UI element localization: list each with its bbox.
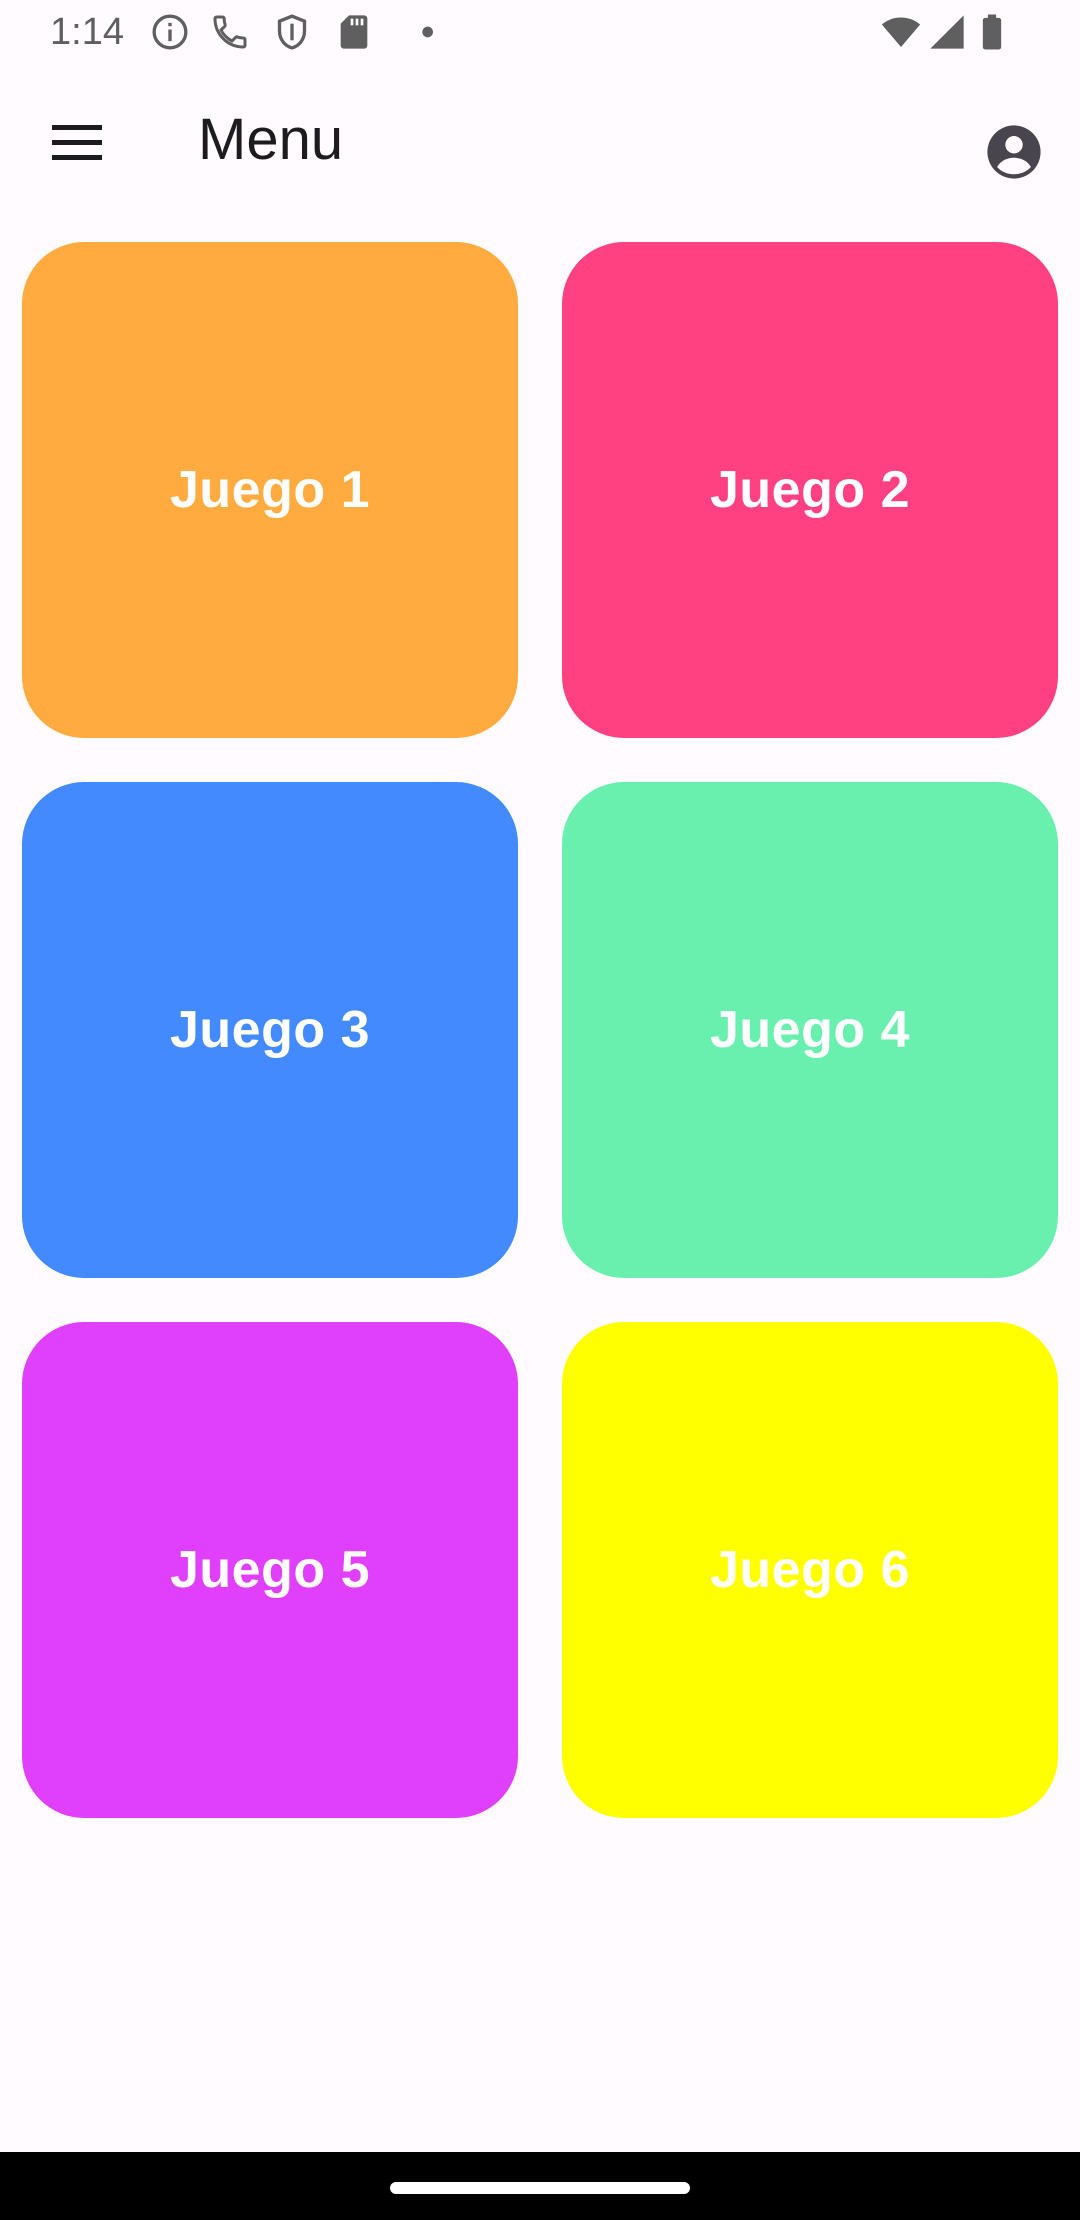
wifi-icon — [881, 17, 921, 47]
info-icon — [152, 14, 188, 50]
top-app-bar: Menu — [0, 80, 1080, 204]
games-grid: Juego 1 Juego 2 Juego 3 Juego 4 Juego 5 … — [22, 242, 1058, 1818]
status-bar: 1:14 — [0, 0, 1080, 64]
status-time: 1:14 — [50, 11, 124, 53]
game-tile-label: Juego 4 — [710, 1001, 910, 1059]
account-button[interactable] — [974, 112, 1054, 192]
signal-icon — [930, 15, 964, 49]
game-tile-label: Juego 6 — [710, 1541, 910, 1599]
phone-icon — [213, 15, 247, 49]
game-tile-label: Juego 3 — [170, 1001, 370, 1059]
game-tile-label: Juego 5 — [170, 1541, 370, 1599]
game-tile-2[interactable]: Juego 2 — [562, 242, 1058, 738]
battery-icon — [982, 14, 1002, 50]
system-navigation-bar — [0, 2152, 1080, 2220]
game-tile-label: Juego 2 — [710, 461, 910, 519]
game-tile-5[interactable]: Juego 5 — [22, 1322, 518, 1818]
sd-card-icon — [340, 15, 368, 49]
shield-icon — [277, 14, 307, 50]
menu-button[interactable] — [32, 106, 122, 178]
game-tile-3[interactable]: Juego 3 — [22, 782, 518, 1278]
dot-icon — [422, 26, 433, 38]
page-title: Menu — [198, 107, 344, 172]
home-gesture-handle[interactable] — [390, 2182, 690, 2194]
game-tile-4[interactable]: Juego 4 — [562, 782, 1058, 1278]
game-tile-1[interactable]: Juego 1 — [22, 242, 518, 738]
game-tile-label: Juego 1 — [170, 461, 370, 519]
game-tile-6[interactable]: Juego 6 — [562, 1322, 1058, 1818]
account-circle-icon — [987, 125, 1041, 179]
hamburger-menu-icon — [52, 125, 102, 160]
